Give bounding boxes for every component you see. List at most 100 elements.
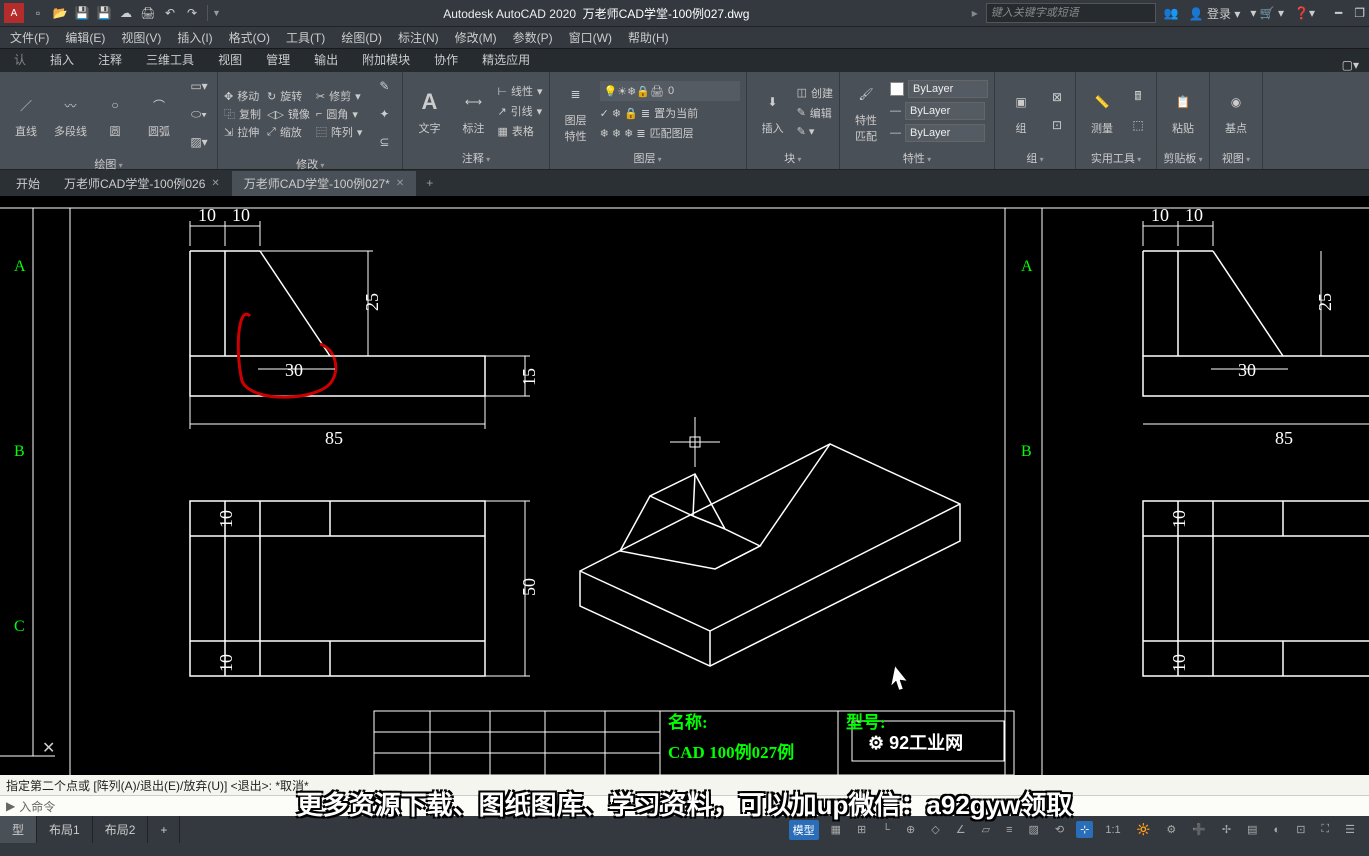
arc-button[interactable]: ⌒圆弧 (139, 87, 179, 141)
group-button[interactable]: ▣组 (1001, 84, 1041, 138)
search-input[interactable]: 键入关键字或短语 (986, 3, 1156, 23)
grid-toggle[interactable]: ▦ (827, 821, 845, 838)
exchange-icon[interactable]: ▾ 🛒 ▾ (1250, 6, 1284, 20)
file-tab-2[interactable]: 万老师CAD学堂-100例027*✕ (232, 171, 416, 196)
move-button[interactable]: ✥ 移动 (224, 88, 261, 104)
dim-button[interactable]: ⟷标注 (453, 84, 493, 138)
model-button[interactable]: 模型 (789, 820, 819, 840)
rtab-insert[interactable]: 插入 (38, 47, 86, 72)
dyn-toggle[interactable]: ⊹ (1076, 821, 1093, 838)
ellipse-icon[interactable]: ⬭▾ (187, 102, 211, 126)
ungroup-icon[interactable]: ⊠ (1045, 85, 1069, 109)
save-icon[interactable]: 💾 (73, 4, 91, 22)
file-tab-1[interactable]: 万老师CAD学堂-100例026✕ (52, 171, 232, 196)
measure-button[interactable]: 📏测量 (1082, 84, 1122, 138)
hardware-toggle[interactable]: ⊡ (1292, 821, 1309, 838)
menu-help[interactable]: 帮助(H) (628, 29, 669, 46)
new-tab-button[interactable]: + (416, 172, 443, 194)
matchprops-button[interactable]: 🖌特性 匹配 (846, 76, 886, 146)
lineweight-dropdown[interactable]: ByLayer (905, 102, 985, 120)
annomon-toggle[interactable]: ➕ (1188, 821, 1210, 838)
menu-modify[interactable]: 修改(M) (455, 29, 497, 46)
workspace-toggle[interactable]: ⚙ (1162, 821, 1180, 838)
menu-file[interactable]: 文件(F) (10, 29, 49, 46)
annoscale-toggle[interactable]: 🔆 (1133, 821, 1155, 838)
editattr-button[interactable]: ✎ ▾ (797, 125, 833, 138)
fillet-button[interactable]: ⌐ 圆角 ▾ (316, 106, 363, 122)
rtab-3d[interactable]: 三维工具 (134, 47, 206, 72)
erase-icon[interactable]: ✎ (372, 74, 396, 98)
rtab-view[interactable]: 视图 (206, 47, 254, 72)
layout-add[interactable]: + (148, 816, 180, 843)
copy-button[interactable]: ⿻ 复制 (224, 106, 261, 122)
layout-model[interactable]: 型 (0, 816, 37, 843)
rotate-button[interactable]: ↻ 旋转 (267, 88, 310, 104)
start-tab[interactable]: 开始 (4, 171, 52, 196)
lwt-toggle[interactable]: ≡ (1002, 822, 1016, 838)
layout-1[interactable]: 布局1 (37, 816, 93, 843)
menu-format[interactable]: 格式(O) (229, 29, 270, 46)
close-icon[interactable]: ✕ (396, 178, 404, 189)
rtab-default[interactable]: 认 (2, 47, 38, 72)
minimize-button[interactable]: ━ (1335, 6, 1342, 20)
leader-button[interactable]: ↗ 引线 ▾ (497, 103, 542, 119)
menu-dim[interactable]: 标注(N) (398, 29, 439, 46)
ortho-toggle[interactable]: └ (878, 822, 894, 838)
explode-icon[interactable]: ✦ (372, 102, 396, 126)
mirror-button[interactable]: ◁▷ 镜像 (267, 106, 310, 122)
stretch-button[interactable]: ⇲ 拉伸 (224, 124, 261, 140)
plot-icon[interactable]: 🖨 (139, 4, 157, 22)
rtab-collab[interactable]: 协作 (422, 47, 470, 72)
hatch-icon[interactable]: ▨▾ (187, 130, 211, 154)
customize-button[interactable]: ☰ (1341, 821, 1359, 838)
makecurrent-button[interactable]: ✓ ❄ 🔒 ≣ 置为当前 (600, 105, 740, 121)
scale-label[interactable]: 1:1 (1101, 822, 1124, 838)
signin-button[interactable]: 👤 登录 ▾ (1189, 5, 1241, 22)
linear-button[interactable]: ⊢ 线性 ▾ (497, 83, 542, 99)
isolate-toggle[interactable]: ◐ (1270, 822, 1285, 838)
linetype-dropdown[interactable]: ByLayer (905, 124, 985, 142)
rtab-addins[interactable]: 附加模块 (350, 47, 422, 72)
close-icon[interactable]: ✕ (211, 178, 219, 189)
saveas-icon[interactable]: 💾 (95, 4, 113, 22)
osnap-toggle[interactable]: ◇ (927, 821, 943, 838)
edit-block-button[interactable]: ✎ 编辑 (797, 105, 833, 121)
new-icon[interactable]: ▫ (29, 4, 47, 22)
line-button[interactable]: ／直线 (6, 87, 46, 141)
menu-param[interactable]: 参数(P) (513, 29, 553, 46)
polar-toggle[interactable]: ⊕ (902, 821, 919, 838)
groupedit-icon[interactable]: ⊡ (1045, 113, 1069, 137)
cleanscreen-toggle[interactable]: ⛶ (1317, 821, 1333, 838)
create-block-button[interactable]: ◫ 创建 (797, 85, 833, 101)
rtab-annotate[interactable]: 注释 (86, 47, 134, 72)
offset-icon[interactable]: ⊆ (372, 130, 396, 154)
transparency-toggle[interactable]: ▨ (1025, 821, 1043, 838)
redo-icon[interactable]: ↷ (183, 4, 201, 22)
paste-button[interactable]: 📋粘贴 (1163, 84, 1203, 138)
drawing-canvas[interactable]: A B C A B 10 10 25 30 15 85 10 (0, 196, 1369, 775)
calc-icon[interactable]: 🖩 (1126, 85, 1150, 109)
infocenter-icon[interactable]: 👥 (1164, 6, 1179, 20)
menu-edit[interactable]: 编辑(E) (65, 29, 105, 46)
menu-window[interactable]: 窗口(W) (569, 29, 612, 46)
menu-tools[interactable]: 工具(T) (286, 29, 325, 46)
trim-button[interactable]: ✂ 修剪 ▾ (316, 88, 363, 104)
basepoint-button[interactable]: ◉基点 (1216, 84, 1256, 138)
select-icon[interactable]: ⬚ (1126, 113, 1150, 137)
menu-draw[interactable]: 绘图(D) (341, 29, 382, 46)
array-button[interactable]: ⿳ 阵列 ▾ (316, 124, 363, 140)
otrack-toggle[interactable]: ▱ (978, 821, 994, 838)
undo-icon[interactable]: ↶ (161, 4, 179, 22)
open-icon[interactable]: 📂 (51, 4, 69, 22)
insert-button[interactable]: ⬇插入 (753, 84, 793, 138)
rtab-output[interactable]: 输出 (302, 47, 350, 72)
layerprops-button[interactable]: ≣图层 特性 (556, 76, 596, 146)
help-icon[interactable]: ❓▾ (1294, 6, 1315, 20)
rtab-express[interactable]: 精选应用 (470, 47, 542, 72)
web-icon[interactable]: ☁ (117, 4, 135, 22)
scale-button[interactable]: ⤢ 缩放 (267, 124, 310, 140)
units-toggle[interactable]: ✢ (1218, 821, 1235, 838)
color-dropdown[interactable]: ByLayer (908, 80, 988, 98)
snap-toggle[interactable]: ⊞ (853, 821, 870, 838)
rtab-manage[interactable]: 管理 (254, 47, 302, 72)
